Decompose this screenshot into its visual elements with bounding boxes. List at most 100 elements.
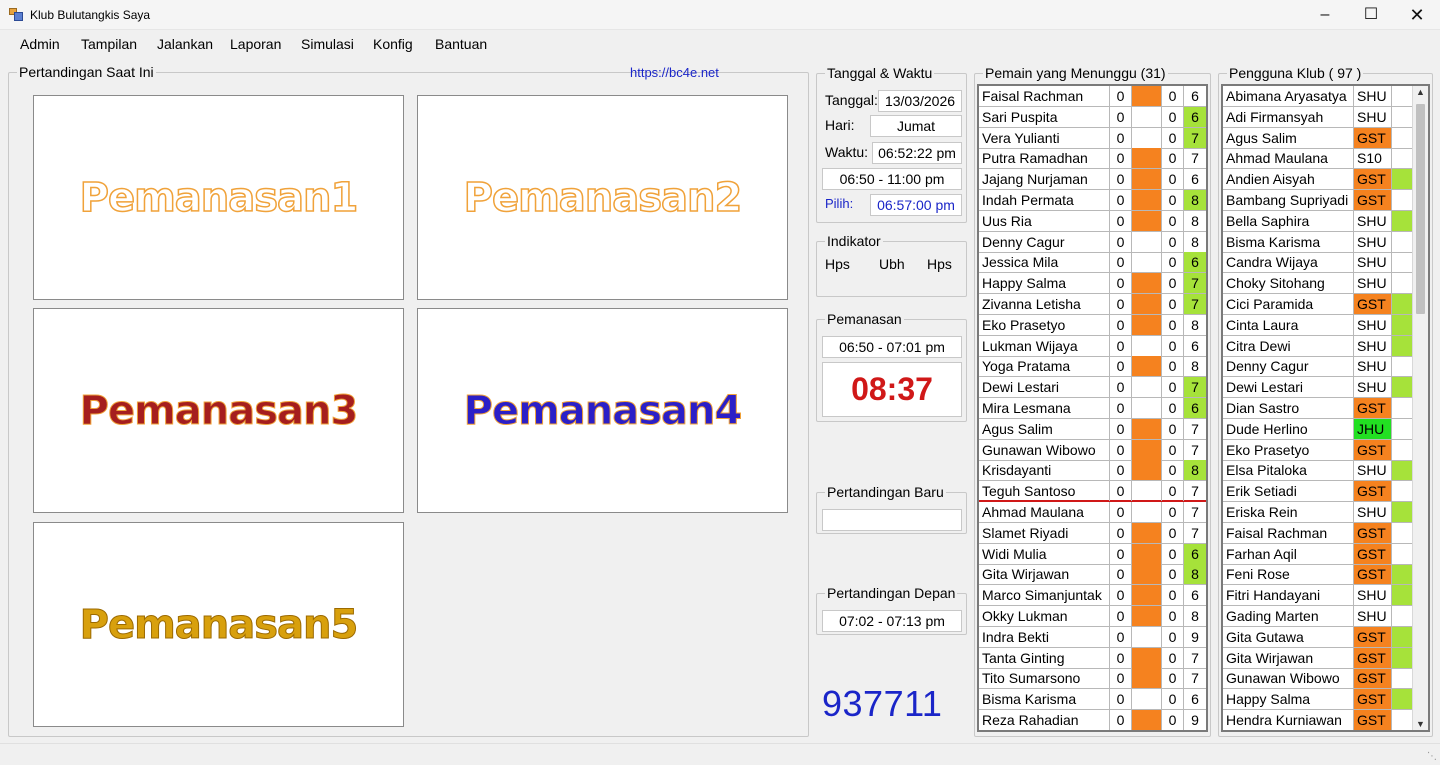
members-scrollbar[interactable]: ▲ ▼	[1412, 86, 1428, 730]
member-row[interactable]: Gita Wirjawan GST	[1223, 647, 1412, 669]
member-row[interactable]: Bisma Karisma SHU	[1223, 231, 1412, 253]
member-row[interactable]: Citra Dewi SHU	[1223, 335, 1412, 357]
member-row[interactable]: Bambang Supriyadi GST	[1223, 190, 1412, 211]
warmup-range-field[interactable]: 06:50 - 07:01 pm	[822, 336, 962, 358]
menu-tampilan[interactable]: Tampilan	[79, 36, 139, 52]
next-match-field[interactable]: 07:02 - 07:13 pm	[822, 610, 962, 632]
member-row[interactable]: Ahmad Maulana S10	[1223, 148, 1412, 170]
waiting-row[interactable]: Denny Cagur 0 0 8	[979, 231, 1206, 253]
member-row[interactable]: Gunawan Wibowo GST	[1223, 668, 1412, 690]
member-row[interactable]: Dude Herlino JHU	[1223, 418, 1412, 440]
new-match-field[interactable]	[822, 509, 962, 531]
menu-bantuan[interactable]: Bantuan	[433, 36, 489, 52]
waiting-row[interactable]: Ahmad Maulana 0 0 7	[979, 502, 1206, 523]
waiting-row[interactable]: Jajang Nurjaman 0 0 6	[979, 169, 1206, 191]
member-row[interactable]: Bella Saphira SHU	[1223, 210, 1412, 232]
close-button[interactable]: ✕	[1394, 0, 1440, 30]
waiting-row[interactable]: Teguh Santoso 0 0 7	[979, 481, 1206, 503]
pick-field[interactable]: 06:57:00 pm	[870, 194, 962, 216]
waiting-row[interactable]: Tito Sumarsono 0 0 7	[979, 668, 1206, 690]
waiting-status-cell	[1132, 252, 1162, 273]
court-1[interactable]: Pemanasan1	[33, 95, 404, 300]
waiting-row[interactable]: Zivanna Letisha 0 0 7	[979, 294, 1206, 315]
time-field[interactable]: 06:52:22 pm	[872, 142, 962, 164]
menu-admin[interactable]: Admin	[18, 36, 62, 52]
waiting-row[interactable]: Sari Puspita 0 0 6	[979, 106, 1206, 128]
menu-konfig[interactable]: Konfig	[371, 36, 415, 52]
waiting-row[interactable]: Jessica Mila 0 0 6	[979, 252, 1206, 274]
member-row[interactable]: Faisal Rachman GST	[1223, 522, 1412, 544]
waiting-row[interactable]: Marco Simanjuntak 0 0 6	[979, 585, 1206, 607]
waiting-row[interactable]: Krisdayanti 0 0 8	[979, 460, 1206, 482]
member-row[interactable]: Agus Salim GST	[1223, 127, 1412, 149]
waiting-row[interactable]: Reza Rahadian 0 0 9	[979, 710, 1206, 730]
menu-simulasi[interactable]: Simulasi	[299, 36, 356, 52]
waiting-row[interactable]: Widi Mulia 0 0 6	[979, 543, 1206, 565]
waiting-row[interactable]: Yoga Pratama 0 0 8	[979, 356, 1206, 378]
day-field[interactable]: Jumat	[870, 115, 962, 137]
maximize-button[interactable]: ☐	[1348, 0, 1394, 30]
member-row[interactable]: Cinta Laura SHU	[1223, 314, 1412, 336]
waiting-status-cell	[1132, 190, 1162, 210]
member-row[interactable]: Cici Paramida GST	[1223, 294, 1412, 315]
waiting-row[interactable]: Okky Lukman 0 0 8	[979, 606, 1206, 627]
scroll-thumb[interactable]	[1416, 104, 1425, 314]
waiting-row[interactable]: Slamet Riyadi 0 0 7	[979, 522, 1206, 544]
waiting-row[interactable]: Gunawan Wibowo 0 0 7	[979, 439, 1206, 461]
waiting-players-table[interactable]: Faisal Rachman 0 0 6 Sari Puspita 0 0 6 Vera Yul…	[977, 84, 1208, 732]
member-row[interactable]: Erik Setiadi GST	[1223, 481, 1412, 503]
members-title: Pengguna Klub ( 97 )	[1227, 65, 1364, 82]
member-row[interactable]: Abimana Aryasatya SHU	[1223, 86, 1412, 107]
member-row[interactable]: Andien Aisyah GST	[1223, 169, 1412, 191]
member-row[interactable]: Eriska Rein SHU	[1223, 502, 1412, 523]
waiting-row[interactable]: Uus Ria 0 0 8	[979, 210, 1206, 232]
menu-jalankan[interactable]: Jalankan	[155, 36, 215, 52]
waiting-row[interactable]: Gita Wirjawan 0 0 8	[979, 564, 1206, 586]
member-row[interactable]: Gading Marten SHU	[1223, 606, 1412, 627]
member-row[interactable]: Adi Firmansyah SHU	[1223, 106, 1412, 128]
waiting-row[interactable]: Agus Salim 0 0 7	[979, 418, 1206, 440]
court-5[interactable]: Pemanasan5	[33, 522, 404, 727]
waiting-row[interactable]: Bisma Karisma 0 0 6	[979, 689, 1206, 711]
waiting-row[interactable]: Indra Bekti 0 0 9	[979, 626, 1206, 648]
scroll-down-icon[interactable]: ▼	[1416, 719, 1425, 729]
member-row[interactable]: Hendra Kurniawan GST	[1223, 710, 1412, 730]
waiting-count-cell: 0	[1110, 689, 1132, 710]
menu-laporan[interactable]: Laporan	[228, 36, 283, 52]
member-row[interactable]: Dian Sastro GST	[1223, 398, 1412, 419]
waiting-name-cell: Indah Permata	[979, 190, 1110, 210]
court-3[interactable]: Pemanasan3	[33, 308, 404, 513]
member-row[interactable]: Gita Gutawa GST	[1223, 626, 1412, 648]
members-table[interactable]: Hendra Kurniawan GST Happy Salma GST Gunawan…	[1221, 84, 1430, 732]
member-row[interactable]: Elsa Pitaloka SHU	[1223, 460, 1412, 482]
session-field[interactable]: 06:50 - 11:00 pm	[822, 168, 962, 190]
waiting-count-cell: 0	[1162, 377, 1184, 398]
court-4[interactable]: Pemanasan4	[417, 308, 788, 513]
waiting-row[interactable]: Happy Salma 0 0 7	[979, 273, 1206, 295]
waiting-row[interactable]: Lukman Wijaya 0 0 6	[979, 335, 1206, 357]
website-link[interactable]: https://bc4e.net	[630, 65, 719, 80]
resize-grip-icon[interactable]: ⋱	[1427, 751, 1437, 762]
member-row[interactable]: Dewi Lestari SHU	[1223, 377, 1412, 399]
waiting-row[interactable]: Mira Lesmana 0 0 6	[979, 398, 1206, 419]
waiting-row[interactable]: Vera Yulianti 0 0 7	[979, 127, 1206, 149]
waiting-row[interactable]: Tanta Ginting 0 0 7	[979, 647, 1206, 669]
scroll-up-icon[interactable]: ▲	[1416, 87, 1425, 97]
waiting-row[interactable]: Dewi Lestari 0 0 7	[979, 377, 1206, 399]
minimize-button[interactable]: –	[1302, 0, 1348, 30]
waiting-row[interactable]: Eko Prasetyo 0 0 8	[979, 314, 1206, 336]
court-2[interactable]: Pemanasan2	[417, 95, 788, 300]
waiting-row[interactable]: Indah Permata 0 0 8	[979, 190, 1206, 211]
member-row[interactable]: Happy Salma GST	[1223, 689, 1412, 711]
member-row[interactable]: Candra Wijaya SHU	[1223, 252, 1412, 274]
member-row[interactable]: Fitri Handayani SHU	[1223, 585, 1412, 607]
indicator-item-2: Ubh	[879, 256, 905, 272]
member-row[interactable]: Farhan Aqil GST	[1223, 543, 1412, 565]
member-row[interactable]: Choky Sitohang SHU	[1223, 273, 1412, 295]
waiting-row[interactable]: Putra Ramadhan 0 0 7	[979, 148, 1206, 170]
member-row[interactable]: Feni Rose GST	[1223, 564, 1412, 586]
member-row[interactable]: Eko Prasetyo GST	[1223, 439, 1412, 461]
date-field[interactable]: 13/03/2026	[878, 90, 962, 112]
member-row[interactable]: Denny Cagur SHU	[1223, 356, 1412, 378]
waiting-row[interactable]: Faisal Rachman 0 0 6	[979, 86, 1206, 107]
